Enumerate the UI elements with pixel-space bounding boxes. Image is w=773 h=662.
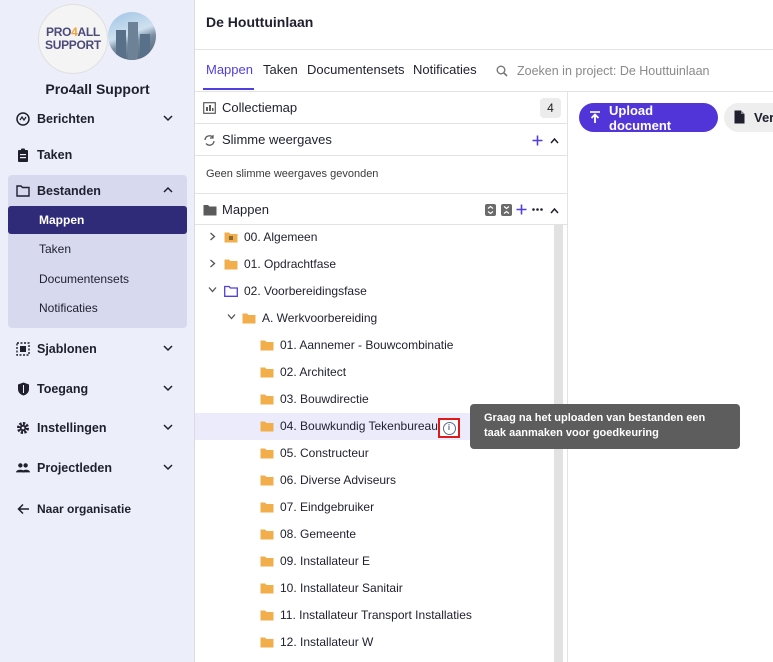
nav-projectleden[interactable]: Projectleden bbox=[8, 453, 187, 483]
tab-taken[interactable]: Taken bbox=[263, 62, 298, 77]
nav-sub-documentensets[interactable]: Documentensets bbox=[8, 265, 187, 293]
folder-icon bbox=[260, 421, 274, 432]
info-icon: i bbox=[442, 421, 456, 435]
tree-item-a-werkvoorbereiding[interactable]: A. Werkvoorbereiding bbox=[195, 305, 554, 332]
chevron-up-icon bbox=[163, 186, 173, 193]
nav-berichten[interactable]: Berichten bbox=[8, 104, 187, 134]
folder-icon bbox=[260, 502, 274, 513]
tree-item-01-opdrachtfase[interactable]: 01. Opdrachtfase bbox=[195, 251, 554, 278]
messages-icon bbox=[16, 112, 30, 126]
tree-item-06-diverse-adviseurs[interactable]: 06. Diverse Adviseurs bbox=[195, 467, 554, 494]
folder-open-icon bbox=[224, 285, 238, 297]
chevron-down-icon bbox=[163, 464, 173, 471]
clipboard-icon bbox=[16, 148, 30, 162]
tree-item-00-algemeen[interactable]: 00. Algemeen bbox=[195, 224, 554, 251]
add-folder-icon[interactable] bbox=[516, 204, 527, 215]
organization-name: Pro4all Support bbox=[45, 81, 150, 97]
chevron-down-icon bbox=[163, 345, 173, 352]
folder-icon bbox=[260, 529, 274, 540]
collectiemap-row[interactable]: Collectiemap 4 bbox=[195, 92, 568, 124]
project-header: De Houttuinlaan bbox=[195, 0, 773, 50]
chevron-up-icon[interactable] bbox=[550, 207, 559, 214]
folder-icon bbox=[260, 556, 274, 567]
active-tab-indicator bbox=[203, 88, 254, 90]
nav-naar-organisatie[interactable]: Naar organisatie bbox=[8, 494, 187, 524]
search-icon bbox=[496, 65, 508, 77]
nav-sub-taken[interactable]: Taken bbox=[8, 235, 187, 263]
tree-item-07-eindgebruiker[interactable]: 07. Eindgebruiker bbox=[195, 494, 554, 521]
folder-icon bbox=[260, 367, 274, 378]
pro4all-logo: PRO4ALL SUPPORT bbox=[38, 4, 108, 74]
gear-icon bbox=[16, 421, 30, 435]
smart-views-empty-message: Geen slimme weergaves gevonden bbox=[206, 168, 379, 180]
document-icon bbox=[734, 110, 745, 124]
nav-taken[interactable]: Taken bbox=[8, 140, 187, 170]
slimme-weergaves-row[interactable]: Slimme weergaves bbox=[195, 124, 568, 156]
folder-icon bbox=[260, 610, 274, 621]
chevron-down-icon bbox=[163, 424, 173, 431]
tree-item-08-gemeente[interactable]: 08. Gemeente bbox=[195, 521, 554, 548]
folder-icon bbox=[224, 259, 238, 270]
tab-documentensets[interactable]: Documentensets bbox=[307, 62, 405, 77]
tree-item-01-aannemer[interactable]: 01. Aannemer - Bouwcombinatie bbox=[195, 332, 554, 359]
page-title: De Houttuinlaan bbox=[206, 14, 314, 30]
project-photo bbox=[108, 12, 156, 60]
mappen-row[interactable]: Mappen bbox=[195, 193, 568, 225]
chevron-right-icon[interactable] bbox=[209, 259, 216, 268]
folder-info-tooltip: Graag na het uploaden van bestanden een … bbox=[470, 404, 740, 449]
tree-item-02-architect[interactable]: 02. Architect bbox=[195, 359, 554, 386]
shield-icon bbox=[16, 382, 30, 396]
sidebar: PRO4ALL SUPPORT Pro4all Support bbox=[0, 0, 195, 662]
upload-document-button[interactable]: Upload document bbox=[579, 103, 718, 133]
upload-icon bbox=[590, 111, 600, 123]
people-icon bbox=[16, 461, 30, 475]
chevron-up-icon[interactable] bbox=[550, 137, 559, 144]
shared-folder-icon bbox=[224, 232, 238, 243]
tree-item-09-installateur-e[interactable]: 09. Installateur E bbox=[195, 548, 554, 575]
mappen-label: Mappen bbox=[222, 202, 269, 217]
search-input[interactable] bbox=[517, 60, 767, 82]
collapse-all-icon[interactable] bbox=[485, 204, 496, 216]
nav-sjablonen[interactable]: Sjablonen bbox=[8, 334, 187, 364]
expand-all-icon[interactable] bbox=[501, 204, 512, 216]
template-icon bbox=[16, 342, 30, 356]
folder-icon bbox=[260, 394, 274, 405]
add-smart-view-icon[interactable] bbox=[532, 135, 543, 146]
folder-icon bbox=[260, 583, 274, 594]
collectiemap-count: 4 bbox=[540, 98, 561, 118]
folder-icon bbox=[260, 340, 274, 351]
folder-icon bbox=[260, 475, 274, 486]
tree-item-12-installateur-w[interactable]: 12. Installateur W bbox=[195, 629, 554, 656]
nav-sub-notificaties[interactable]: Notificaties bbox=[8, 294, 187, 322]
chevron-down-icon[interactable] bbox=[227, 313, 236, 320]
tree-item-10-installateur-sanitair[interactable]: 10. Installateur Sanitair bbox=[195, 575, 554, 602]
collectiemap-label: Collectiemap bbox=[222, 100, 298, 115]
chevron-down-icon bbox=[163, 385, 173, 392]
chevron-down-icon bbox=[163, 115, 173, 122]
nav-sub-mappen[interactable]: Mappen bbox=[8, 206, 187, 234]
version-button[interactable]: Ver bbox=[724, 103, 773, 132]
smart-view-icon bbox=[204, 135, 215, 146]
collection-icon bbox=[203, 102, 216, 114]
chevron-down-icon[interactable] bbox=[208, 286, 217, 293]
chevron-right-icon[interactable] bbox=[209, 232, 216, 241]
folder-icon bbox=[260, 637, 274, 648]
nav-toegang[interactable]: Toegang bbox=[8, 374, 187, 404]
tree-item-11-installateur-transport[interactable]: 11. Installateur Transport Installaties bbox=[195, 602, 554, 629]
folder-icon bbox=[203, 205, 217, 216]
organization-logo: PRO4ALL SUPPORT bbox=[38, 4, 158, 74]
folder-info-button[interactable]: i bbox=[438, 418, 460, 438]
slimme-weergaves-label: Slimme weergaves bbox=[222, 132, 332, 147]
tab-mappen[interactable]: Mappen bbox=[206, 62, 253, 77]
folder-icon bbox=[16, 184, 30, 198]
nav-instellingen[interactable]: Instellingen bbox=[8, 413, 187, 443]
folder-icon bbox=[260, 448, 274, 459]
folder-icon bbox=[242, 313, 256, 324]
tab-bar: Mappen Taken Documentensets Notificaties bbox=[195, 50, 773, 92]
tab-notificaties[interactable]: Notificaties bbox=[413, 62, 477, 77]
nav-bestanden[interactable]: Bestanden bbox=[8, 176, 187, 206]
tree-item-02-voorbereidingsfase[interactable]: 02. Voorbereidingsfase bbox=[195, 278, 554, 305]
arrow-left-icon bbox=[16, 502, 30, 516]
more-options-icon[interactable] bbox=[532, 208, 543, 211]
